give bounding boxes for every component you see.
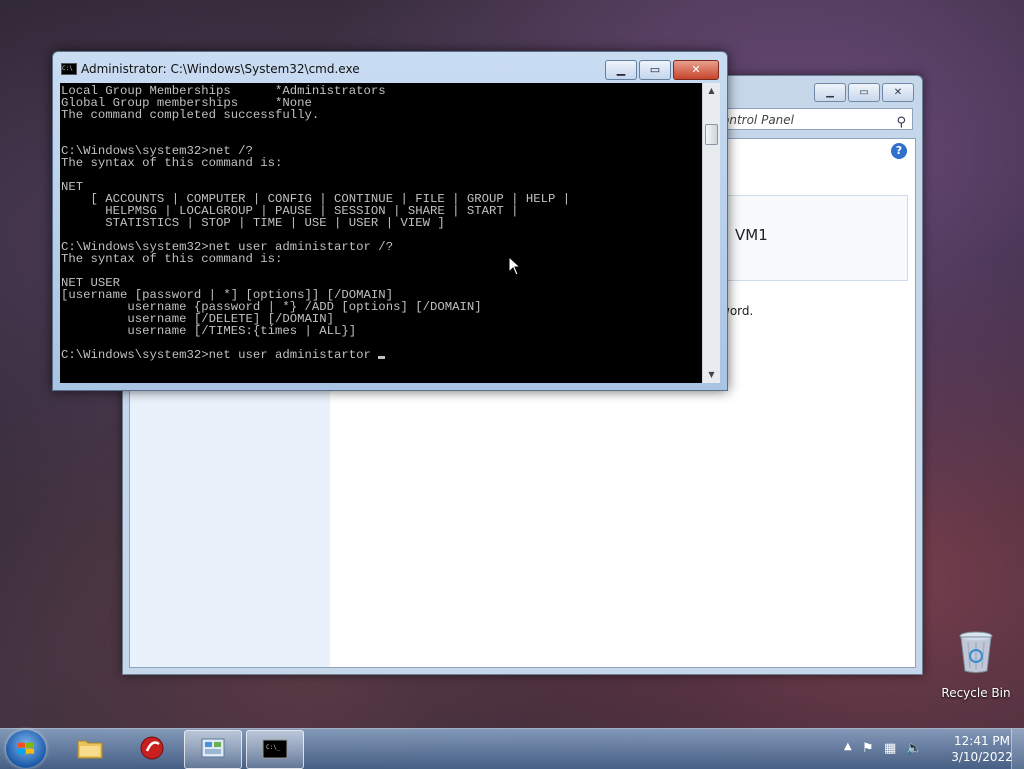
clock-date: 3/10/2022 [951,750,1013,764]
show-hidden-icons-icon[interactable]: ▲ [844,741,852,752]
minimize-button[interactable]: ▁ [605,60,637,80]
control-panel-icon [201,738,225,758]
action-center-icon[interactable]: ⚑ [862,741,874,756]
taskbar: C:\_ ▲ ⚑ ▦ 🔈 12:41 PM 3/10/2022 [0,728,1024,769]
close-button[interactable]: ✕ [882,83,914,102]
windows-logo-icon [18,742,34,754]
scroll-up-arrow-icon[interactable]: ▲ [703,83,720,99]
console-text: Local Group Memberships *Administrators … [61,84,571,362]
recycle-bin-label: Recycle Bin [941,686,1011,700]
system-tray: ▲ ⚑ ▦ 🔈 12:41 PM 3/10/2022 [834,729,1024,769]
vm-card-label: VM1 [735,226,768,244]
maximize-button[interactable]: ▭ [639,60,671,80]
help-icon[interactable]: ? [891,143,907,159]
start-button[interactable] [6,730,46,768]
close-button[interactable]: ✕ [673,60,719,80]
volume-icon[interactable]: 🔈 [906,741,922,756]
taskbar-item-media[interactable] [124,730,180,767]
scroll-thumb[interactable] [705,124,718,145]
svg-text:C:\_: C:\_ [266,744,281,751]
recycle-bin-icon [959,631,993,673]
vertical-scrollbar[interactable]: ▲ ▼ [702,83,720,383]
recycle-bin[interactable]: Recycle Bin [938,630,1014,700]
mouse-cursor-icon [508,256,522,276]
media-player-icon [140,736,164,760]
taskbar-item-explorer[interactable] [62,730,118,767]
command-prompt-window[interactable]: C:\ Administrator: C:\Windows\System32\c… [52,51,728,391]
show-desktop-button[interactable] [1011,729,1024,769]
network-icon[interactable]: ▦ [884,741,896,756]
command-prompt-icon: C:\_ [262,739,288,759]
scroll-down-arrow-icon[interactable]: ▼ [703,367,720,383]
vm-card[interactable]: VM1 [707,195,908,281]
clock[interactable]: 12:41 PM 3/10/2022 [946,733,1018,765]
clock-time: 12:41 PM [954,734,1010,748]
control-panel-search-box[interactable]: ontrol Panel ⚲ [713,108,913,130]
window-title: Administrator: C:\Windows\System32\cmd.e… [81,62,360,76]
control-panel-window-controls: ▁ ▭ ✕ [814,83,914,102]
cmd-icon: C:\ [61,63,77,75]
maximize-button[interactable]: ▭ [848,83,880,102]
folder-icon [77,740,103,759]
search-icon[interactable]: ⚲ [896,112,906,134]
search-box-text: ontrol Panel [722,113,794,127]
taskbar-item-control-panel[interactable] [184,730,242,769]
text-cursor [378,356,386,359]
command-prompt-titlebar[interactable]: C:\ Administrator: C:\Windows\System32\c… [53,52,727,82]
taskbar-item-command-prompt[interactable]: C:\_ [246,730,304,769]
window-controls: ▁ ▭ ✕ [605,60,719,80]
desktop: ▁ ▭ ✕ ontrol Panel ⚲ ? VM1 word. C:\ Adm… [0,0,1024,728]
minimize-button[interactable]: ▁ [814,83,846,102]
console-output[interactable]: Local Group Memberships *Administrators … [60,83,702,383]
